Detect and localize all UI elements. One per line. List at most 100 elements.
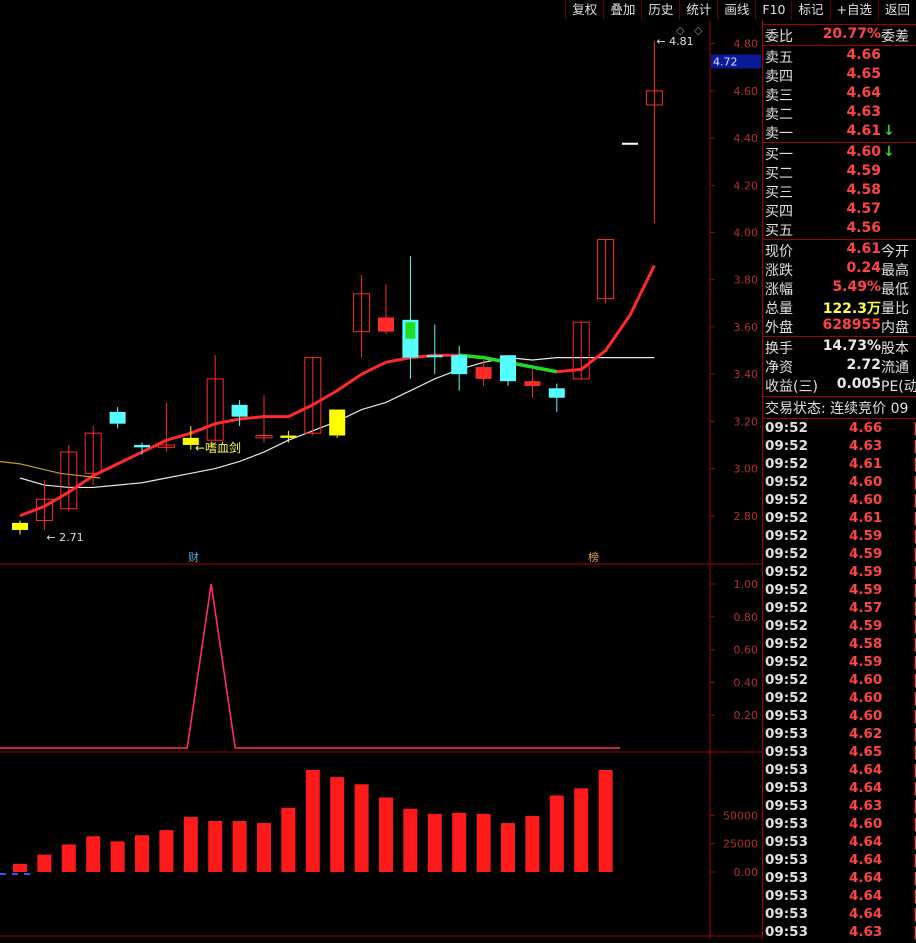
tick-time: 09:53 [765,798,808,814]
tick-row[interactable]: 09:52 4.59 | [763,546,916,564]
tick-row[interactable]: 09:52 4.59 | [763,528,916,546]
tick-row[interactable]: 09:52 4.66 | [763,420,916,438]
ask-row[interactable]: 卖三 4.64 [763,85,916,104]
volume-tick-label: 0.00 [734,866,759,879]
ask-label: 卖三 [765,88,793,104]
tick-row[interactable]: 09:52 4.59 | [763,582,916,600]
tick-row[interactable]: 09:53 4.64 | [763,780,916,798]
diamond-icon: ◇ [694,24,703,37]
tick-row[interactable]: 09:53 4.64 | [763,888,916,906]
statistics-button[interactable]: 统计 [679,0,718,20]
bid-price: 4.57 [846,201,881,217]
tick-row[interactable]: 09:52 4.60 | [763,672,916,690]
signal-tick-label: 1.00 [734,578,759,591]
bid-price: 4.58 [846,182,881,198]
tick-row[interactable]: 09:53 4.63 | [763,924,916,942]
ask-row[interactable]: 卖一 4.61 ↓ [763,123,916,142]
tick-row[interactable]: 09:52 4.58 | [763,636,916,654]
bid-label: 买一 [765,147,793,163]
tick-row[interactable]: 09:52 4.57 | [763,600,916,618]
tick-row[interactable]: 09:52 4.61 | [763,510,916,528]
volume-bar [549,795,564,872]
tick-row[interactable]: 09:53 4.63 | [763,798,916,816]
volume-bar [37,854,52,872]
restore-rights-button[interactable]: 复权 [565,0,604,20]
kline-chart-area[interactable]: 4.80 4.60 4.40 4.20 4.00 3.80 3.60 3.40 3.20 3.00… [0,0,762,939]
bid-row[interactable]: 买三 4.58 [763,182,916,201]
tick-time: 09:53 [765,816,808,832]
ask-price: 4.66 [846,47,881,63]
price-tick-label: 4.60 [734,85,759,98]
volume-bar [476,813,491,872]
divider [763,239,916,240]
stat-label: 换手 [765,341,793,357]
stat-value: 2.72 [846,357,881,373]
tick-time: 09:52 [765,492,808,508]
price-tick-label: 2.80 [734,510,759,523]
tick-row[interactable]: 09:53 4.64 | [763,834,916,852]
stat-row: 涨跌 0.24 最高 [763,260,916,279]
add-favorite-button[interactable]: +自选 [829,0,878,20]
draw-line-button[interactable]: 画线 [717,0,756,20]
tick-row[interactable]: 09:52 4.59 | [763,564,916,582]
ask-row[interactable]: 卖二 4.63 [763,104,916,123]
tick-time: 09:53 [765,708,808,724]
tick-row[interactable]: 09:53 4.64 | [763,762,916,780]
signal-tick-label: 0.80 [734,611,759,624]
tick-time: 09:52 [765,654,808,670]
ask-price: 4.61 [846,123,881,139]
finance-event-marker[interactable]: 财 [188,549,202,564]
tick-row[interactable]: 09:53 4.62 | [763,726,916,744]
candle-body [548,388,565,398]
tick-row[interactable]: 09:52 4.60 | [763,474,916,492]
tick-price: 4.60 [849,816,883,832]
bid-row[interactable]: 买五 4.56 [763,220,916,239]
tick-row[interactable]: 09:53 4.60 | [763,708,916,726]
candle-body [524,381,541,386]
tick-row[interactable]: 09:52 4.59 | [763,618,916,636]
stat-row: 收益(三) 0.005 PE(动 [763,376,916,395]
bid-row[interactable]: 买一 4.60 ↓ [763,144,916,163]
tick-row[interactable]: 09:53 4.64 | [763,906,916,924]
billboard-event-marker[interactable]: 榜 [588,549,602,564]
divider [763,336,916,337]
tick-price: 4.63 [849,438,883,454]
tick-row[interactable]: 09:52 4.60 | [763,492,916,510]
price-tick-label: 3.60 [734,321,759,334]
ask-row[interactable]: 卖四 4.65 [763,66,916,85]
indicator-annotation: ←嗜血剑 [195,440,241,455]
tick-time: 09:52 [765,546,808,562]
bid-row[interactable]: 买四 4.57 [763,201,916,220]
bid-price: 4.56 [846,220,881,236]
tick-price: 4.59 [849,528,883,544]
tick-row[interactable]: 09:52 4.59 | [763,654,916,672]
tick-row[interactable]: 09:53 4.60 | [763,816,916,834]
tick-time: 09:52 [765,582,808,598]
tick-row[interactable]: 09:52 4.63 | [763,438,916,456]
history-button[interactable]: 历史 [641,0,680,20]
candle-body [109,411,126,424]
tick-price: 4.66 [849,420,883,436]
bid-row[interactable]: 买二 4.59 [763,163,916,182]
candle-body [231,404,248,417]
volume-bar [305,770,320,872]
f10-button[interactable]: F10 [755,0,792,20]
ask-row[interactable]: 卖五 4.66 [763,47,916,66]
tick-row[interactable]: 09:53 4.64 | [763,870,916,888]
tick-row[interactable]: 09:52 4.60 | [763,690,916,708]
ask-price: 4.64 [846,85,881,101]
stat-value: 4.61 [846,241,881,257]
back-button[interactable]: 返回 [877,0,916,20]
tick-row[interactable]: 09:52 4.61 | [763,456,916,474]
volume-bar [86,836,101,872]
volume-bar [232,821,247,872]
tick-row[interactable]: 09:53 4.64 | [763,852,916,870]
stat-label-2: 内盘 [881,320,909,336]
mark-button[interactable]: 标记 [791,0,830,20]
overlay-button[interactable]: 叠加 [603,0,642,20]
stat-row: 净资 2.72 流通 [763,357,916,376]
tick-row[interactable]: 09:53 4.65 | [763,744,916,762]
stat-row: 外盘 628955 内盘 [763,317,916,336]
tick-time: 09:52 [765,510,808,526]
kline-chart-svg[interactable]: 4.80 4.60 4.40 4.20 4.00 3.80 3.60 3.40 3.20 3.00… [0,0,762,939]
